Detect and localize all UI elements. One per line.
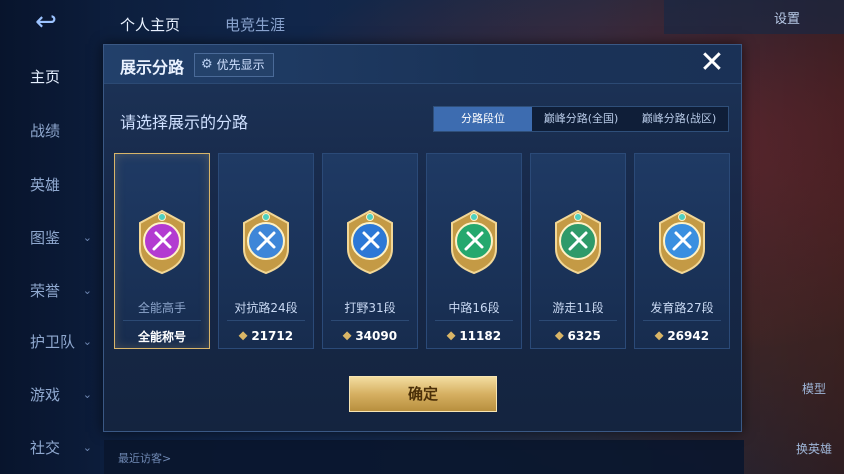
lane-card-score-value: 21712: [251, 328, 294, 343]
lane-card[interactable]: 中路16段 ⬥ 11182: [426, 153, 522, 349]
model-button[interactable]: 模型: [802, 380, 826, 397]
card-divider: [123, 320, 201, 321]
clash-lane-icon: [243, 209, 289, 275]
sidebar-item-label: 战绩: [30, 122, 61, 140]
card-divider: [331, 320, 409, 321]
lane-card-score: 全能称号: [115, 328, 209, 345]
tab-profile[interactable]: 个人主页: [120, 14, 180, 35]
priority-display-button[interactable]: ⚙ 优先显示: [194, 53, 274, 77]
rank-score-icon: ⬥: [342, 328, 352, 342]
lane-card[interactable]: 对抗路24段 ⬥ 21712: [218, 153, 314, 349]
chevron-down-icon: ⌄: [82, 284, 92, 297]
gear-icon: ⚙: [201, 57, 213, 72]
card-divider: [227, 320, 305, 321]
lane-card-score: ⬥ 26942: [635, 328, 729, 343]
rank-score-icon: ⬥: [555, 328, 564, 342]
farm-lane-icon: [659, 209, 705, 275]
chevron-down-icon: ⌄: [82, 335, 92, 348]
lane-card[interactable]: 发育路27段 ⬥ 26942: [634, 153, 730, 349]
chevron-down-icon: ⌄: [82, 231, 92, 244]
priority-display-label: 优先显示: [216, 58, 265, 72]
sidebar-item-collection[interactable]: 图鉴 ⌄: [0, 223, 100, 253]
jungle-icon: [347, 209, 393, 275]
top-right-bar: 设置: [664, 0, 844, 34]
tab-lane-rank[interactable]: 分路段位: [434, 107, 532, 131]
all-round-icon: [139, 209, 185, 275]
bottom-visitor-bar: 最近访客>: [104, 440, 744, 474]
sidebar-item-guard[interactable]: 护卫队 ⌄: [0, 327, 100, 357]
lane-card-score: ⬥ 34090: [323, 328, 417, 343]
sidebar-item-label: 英雄: [30, 176, 61, 194]
mid-lane-icon: [451, 209, 497, 275]
lane-card-title: 发育路27段: [650, 301, 714, 315]
recent-visitors-link[interactable]: 最近访客>: [118, 450, 171, 466]
lane-card[interactable]: 游走11段 ⬥ 6325: [530, 153, 626, 349]
sidebar-item-label: 图鉴: [30, 229, 61, 247]
lane-tab-group: 分路段位 巅峰分路(全国) 巅峰分路(战区): [433, 106, 729, 132]
chevron-down-icon: ⌄: [82, 441, 92, 454]
sidebar-item-social[interactable]: 社交 ⌄: [0, 433, 100, 463]
card-divider: [539, 320, 617, 321]
lane-card-title: 全能高手: [137, 301, 186, 315]
sidebar-item-label: 游戏: [30, 386, 61, 404]
chevron-down-icon: ⌄: [82, 388, 92, 401]
lane-card-score-value: 26942: [667, 328, 710, 343]
sidebar-item-label: 社交: [30, 439, 61, 457]
lane-card-score-value: 全能称号: [137, 330, 186, 344]
tab-esports-career[interactable]: 电竞生涯: [225, 14, 285, 35]
lane-card-score-value: 34090: [355, 328, 398, 343]
close-button[interactable]: ✕: [697, 48, 727, 79]
lane-card-score-value: 11182: [459, 328, 502, 343]
card-divider: [435, 320, 513, 321]
tab-peak-national[interactable]: 巅峰分路(全国): [532, 107, 630, 131]
lane-card-score-value: 6325: [567, 328, 601, 343]
dialog-header: 展示分路 ⚙ 优先显示 ✕: [104, 45, 741, 84]
rank-score-icon: ⬥: [654, 328, 664, 342]
sidebar-item-label: 荣誉: [30, 282, 61, 300]
lane-card[interactable]: 打野31段 ⬥ 34090: [322, 153, 418, 349]
left-sidebar: ↩ 主页 战绩 英雄 图鉴 ⌄ 荣誉 ⌄ 护卫队 ⌄ 游戏 ⌄ 社交 ⌄: [0, 0, 100, 474]
dialog-title: 展示分路: [120, 58, 185, 77]
lane-card-title: 对抗路24段: [234, 301, 298, 315]
lane-card-title: 打野31段: [344, 301, 396, 315]
rank-score-icon: ⬥: [446, 328, 456, 342]
card-divider: [643, 320, 721, 321]
sidebar-item-game[interactable]: 游戏 ⌄: [0, 380, 100, 410]
lane-display-dialog: 展示分路 ⚙ 优先显示 ✕ 请选择展示的分路 分路段位 巅峰分路(全国) 巅峰分…: [103, 44, 742, 432]
tab-peak-region[interactable]: 巅峰分路(战区): [630, 107, 728, 131]
sidebar-item-record[interactable]: 战绩: [0, 116, 100, 146]
sidebar-item-label: 主页: [30, 68, 61, 86]
lane-card-score: ⬥ 11182: [427, 328, 521, 343]
switch-hero-button[interactable]: 换英雄: [796, 440, 832, 457]
lane-card-score: ⬥ 6325: [531, 328, 625, 343]
dialog-subtitle: 请选择展示的分路: [120, 113, 249, 132]
confirm-button[interactable]: 确定: [349, 376, 497, 412]
sidebar-item-honor[interactable]: 荣誉 ⌄: [0, 276, 100, 306]
lane-card-title: 中路16段: [448, 301, 500, 315]
sidebar-item-label: 护卫队: [30, 333, 76, 351]
settings-button[interactable]: 设置: [774, 8, 800, 27]
back-button[interactable]: ↩: [26, 9, 66, 35]
lane-card[interactable]: 全能高手 全能称号: [114, 153, 210, 349]
sidebar-item-home[interactable]: 主页: [0, 62, 100, 92]
sidebar-item-heroes[interactable]: 英雄: [0, 170, 100, 200]
close-icon: ✕: [699, 45, 725, 80]
rank-score-icon: ⬥: [238, 328, 248, 342]
roam-icon: [555, 209, 601, 275]
lane-card-score: ⬥ 21712: [219, 328, 313, 343]
lane-card-title: 游走11段: [552, 301, 604, 315]
